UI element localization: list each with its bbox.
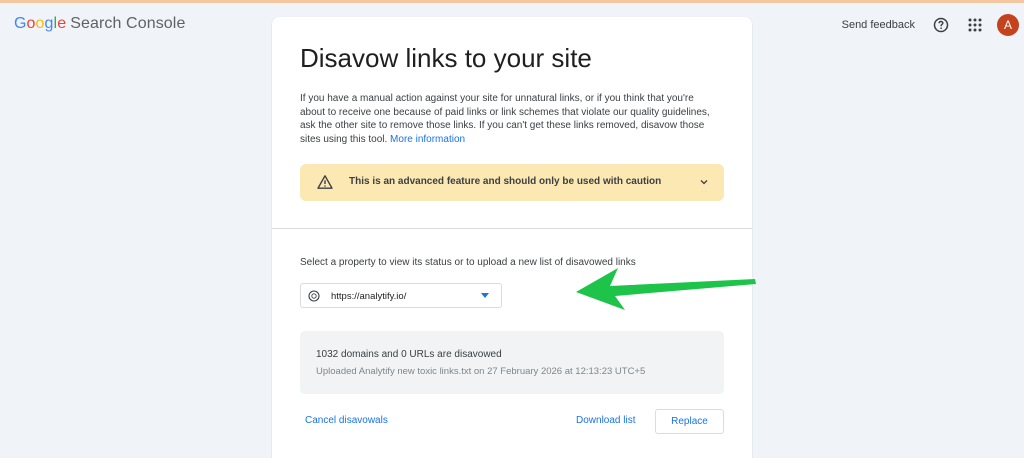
top-accent-bar — [0, 0, 1024, 3]
header-actions: Send feedback A — [842, 10, 1024, 40]
logo-letter: G — [14, 15, 27, 32]
page-description: If you have a manual action against your… — [300, 92, 720, 146]
disavow-status-box: 1032 domains and 0 URLs are disavowed Up… — [300, 331, 724, 394]
help-icon[interactable] — [929, 13, 953, 37]
caution-banner[interactable]: This is an advanced feature and should o… — [300, 164, 724, 201]
product-name: Search Console — [70, 15, 186, 32]
avatar[interactable]: A — [997, 14, 1019, 36]
chevron-down-icon[interactable] — [698, 176, 710, 188]
disavow-card: Disavow links to your site If you have a… — [272, 17, 752, 458]
send-feedback-link[interactable]: Send feedback — [842, 19, 915, 31]
apps-icon[interactable] — [963, 13, 987, 37]
disavow-status-summary: 1032 domains and 0 URLs are disavowed — [316, 349, 502, 360]
dropdown-arrow-icon — [481, 293, 489, 298]
property-select[interactable]: https://analytify.io/ — [300, 283, 502, 308]
logo-letter: o — [35, 15, 45, 32]
more-information-link[interactable]: More information — [390, 134, 465, 145]
replace-button[interactable]: Replace — [655, 409, 724, 434]
annotation-arrow-icon — [576, 268, 756, 310]
cancel-disavowals-button[interactable]: Cancel disavowals — [305, 415, 388, 426]
logo-letter: g — [44, 15, 54, 32]
logo-letter: e — [57, 15, 67, 32]
section-divider — [272, 228, 752, 229]
caution-text: This is an advanced feature and should o… — [349, 176, 662, 187]
description-text: If you have a manual action against your… — [300, 93, 710, 145]
logo-letter: o — [26, 15, 36, 32]
download-list-button[interactable]: Download list — [576, 415, 635, 426]
warning-icon — [317, 175, 333, 189]
search-console-logo[interactable]: Google Search Console — [14, 15, 185, 33]
property-value: https://analytify.io/ — [331, 291, 407, 302]
page-title: Disavow links to your site — [300, 43, 592, 73]
globe-icon — [308, 290, 320, 302]
upload-details: Uploaded Analytify new toxic links.txt o… — [316, 366, 646, 377]
